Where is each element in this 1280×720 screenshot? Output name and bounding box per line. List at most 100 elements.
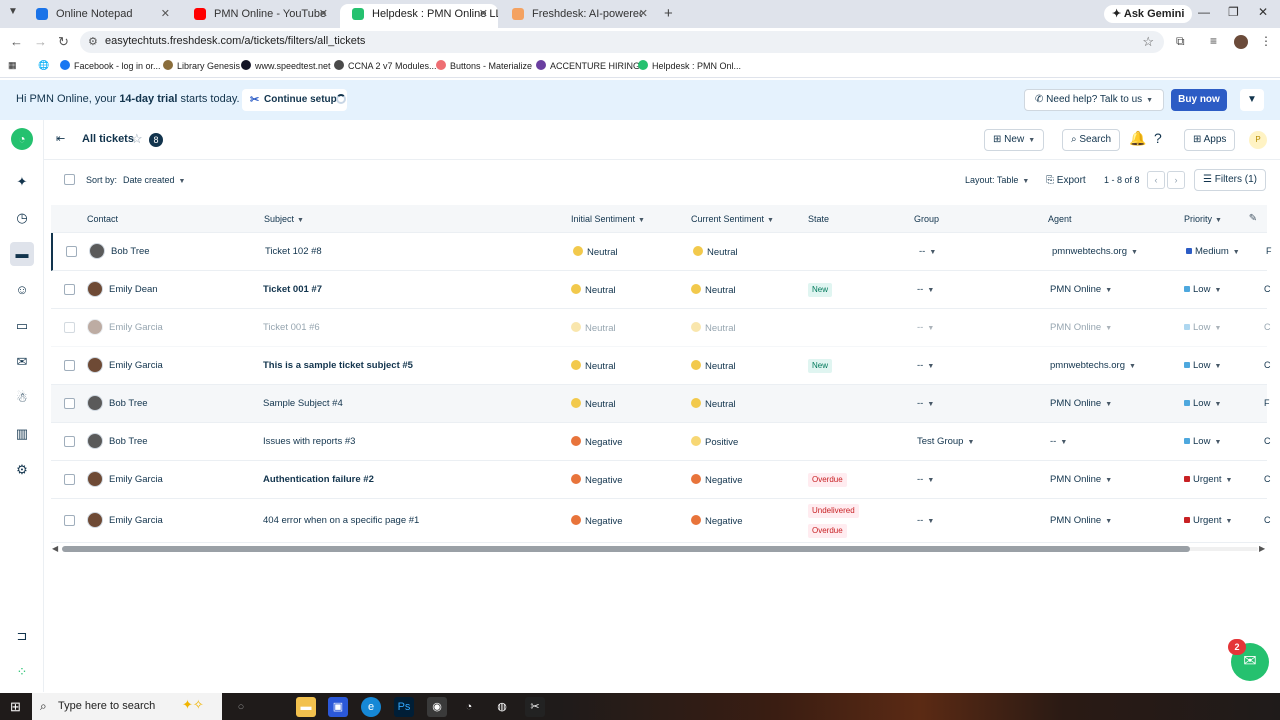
group-dropdown[interactable]: -- ▼ xyxy=(917,515,934,526)
agent-dropdown[interactable]: pmnwebtechs.org ▼ xyxy=(1052,246,1138,257)
table-row[interactable]: Emily Dean Ticket 001 #7 Neutral Neutral… xyxy=(51,271,1271,309)
contact-name[interactable]: Emily Garcia xyxy=(109,360,163,371)
sidebar-apps-grid-icon[interactable]: ⁘ xyxy=(12,662,32,682)
taskbar-search[interactable]: ⌕ Type here to search ✦✧ xyxy=(32,693,222,720)
sidebar-tickets-icon[interactable]: ▬ xyxy=(10,242,34,266)
sort-dropdown[interactable]: Date created ▼ xyxy=(123,175,185,185)
next-page-icon[interactable]: › xyxy=(1167,171,1185,189)
freshdesk-logo-icon[interactable]: ◔ xyxy=(11,128,33,150)
favorite-star-icon[interactable]: ☆ xyxy=(131,131,143,147)
priority-dropdown[interactable]: Medium ▼ xyxy=(1186,246,1240,257)
url-text[interactable]: easytechtuts.freshdesk.com/a/tickets/fil… xyxy=(105,35,365,47)
bookmark-helpdesk[interactable]: Helpdesk : PMN Onl... xyxy=(638,60,741,71)
row-checkbox[interactable] xyxy=(66,246,77,257)
bookmark-materialize[interactable]: Buttons - Materialize xyxy=(436,60,532,71)
ticket-subject[interactable]: Sample Subject #4 xyxy=(263,398,343,409)
priority-dropdown[interactable]: Low ▼ xyxy=(1184,398,1221,409)
table-row[interactable]: Emily Garcia 404 error when on a specifi… xyxy=(51,499,1271,543)
minimize-icon[interactable]: — xyxy=(1198,5,1210,19)
priority-dropdown[interactable]: Low ▼ xyxy=(1184,322,1221,333)
ask-gemini-button[interactable]: ✦ Ask Gemini xyxy=(1104,5,1193,23)
bookmark-library-genesis[interactable]: Library Genesis xyxy=(163,60,240,71)
group-dropdown[interactable]: -- ▼ xyxy=(917,360,934,371)
contact-name[interactable]: Emily Garcia xyxy=(109,322,163,333)
contact-name[interactable]: Emily Dean xyxy=(109,284,158,295)
priority-dropdown[interactable]: Urgent ▼ xyxy=(1184,515,1232,526)
bookmark-speedtest[interactable]: www.speedtest.net xyxy=(241,60,331,71)
continue-setup-button[interactable]: ✂ Continue setup xyxy=(242,89,347,111)
horizontal-scrollbar[interactable]: ◀ ▶ xyxy=(52,544,1268,554)
ticket-subject[interactable]: Issues with reports #3 xyxy=(263,436,355,447)
sidebar-solutions-icon[interactable]: ▭ xyxy=(12,316,32,336)
forward-icon[interactable]: → xyxy=(34,34,47,49)
need-help-button[interactable]: ✆ Need help? Talk to us ▼ xyxy=(1024,89,1165,111)
store-icon[interactable]: ▣ xyxy=(328,697,348,717)
group-dropdown[interactable]: -- ▼ xyxy=(917,284,934,295)
sidebar-contacts-icon[interactable]: ☺ xyxy=(12,280,32,300)
address-bar[interactable]: ⚙ easytechtuts.freshdesk.com/a/tickets/f… xyxy=(80,31,1164,53)
tab-search-icon[interactable]: ▼ xyxy=(8,6,18,17)
close-tab-icon[interactable]: ✕ xyxy=(479,4,488,24)
chrome-icon[interactable]: ◉ xyxy=(427,697,447,717)
agent-dropdown[interactable]: PMN Online ▼ xyxy=(1050,515,1112,526)
sidebar-reports-icon[interactable]: ▥ xyxy=(12,424,32,444)
media-player-icon[interactable]: ◍ xyxy=(492,697,512,717)
profile-avatar[interactable] xyxy=(1234,35,1248,49)
edge-icon[interactable]: e xyxy=(361,697,381,717)
bookmark-ccna[interactable]: CCNA 2 v7 Modules... xyxy=(334,60,437,71)
column-contact[interactable]: Contact xyxy=(87,214,118,224)
more-menu-icon[interactable]: ⋮ xyxy=(1260,34,1272,48)
task-view-icon[interactable]: ○ xyxy=(231,697,251,717)
agent-dropdown[interactable]: PMN Online ▼ xyxy=(1050,398,1112,409)
bookmark-star-icon[interactable]: ☆ xyxy=(1142,34,1154,50)
table-row[interactable]: Emily Garcia This is a sample ticket sub… xyxy=(51,347,1271,385)
scroll-left-icon[interactable]: ◀ xyxy=(52,544,58,553)
priority-dropdown[interactable]: Urgent ▼ xyxy=(1184,474,1232,485)
new-button[interactable]: ⊞ New ▼ xyxy=(984,129,1045,151)
close-tab-icon[interactable]: ✕ xyxy=(639,4,648,24)
ticket-subject[interactable]: This is a sample ticket subject #5 xyxy=(263,360,413,371)
user-avatar[interactable]: P xyxy=(1249,131,1267,149)
bookmark-accenture[interactable]: ACCENTURE HIRING!! xyxy=(536,60,645,71)
row-checkbox[interactable] xyxy=(64,398,75,409)
back-icon[interactable]: ← xyxy=(10,34,23,49)
select-all-checkbox[interactable] xyxy=(64,174,75,185)
group-dropdown[interactable]: -- ▼ xyxy=(917,322,934,333)
close-window-icon[interactable]: ✕ xyxy=(1258,5,1268,19)
ticket-subject[interactable]: Ticket 102 #8 xyxy=(265,246,322,257)
agent-dropdown[interactable]: PMN Online ▼ xyxy=(1050,322,1112,333)
row-checkbox[interactable] xyxy=(64,322,75,333)
contact-name[interactable]: Bob Tree xyxy=(111,246,150,257)
tab-freshdesk-platform[interactable]: Freshdesk: AI-powered platform ✕ xyxy=(500,4,658,28)
table-row[interactable]: Bob Tree Issues with reports #3 Negative… xyxy=(51,423,1271,461)
contact-name[interactable]: Emily Garcia xyxy=(109,474,163,485)
windows-start-icon[interactable]: ⊞ xyxy=(10,699,21,715)
buy-now-button[interactable]: Buy now xyxy=(1171,89,1227,111)
sidebar-collapse-icon[interactable]: ⊐ xyxy=(12,626,32,646)
contact-name[interactable]: Bob Tree xyxy=(109,436,148,447)
agent-dropdown[interactable]: PMN Online ▼ xyxy=(1050,284,1112,295)
tab-youtube[interactable]: PMN Online - YouTube ✕ xyxy=(182,4,338,28)
media-icon[interactable]: ≡ xyxy=(1210,34,1217,48)
extensions-icon[interactable]: ⧉ xyxy=(1176,34,1185,49)
row-checkbox[interactable] xyxy=(64,474,75,485)
column-subject[interactable]: Subject ▼ xyxy=(264,214,304,224)
scroll-right-icon[interactable]: ▶ xyxy=(1259,544,1265,553)
agent-dropdown[interactable]: -- ▼ xyxy=(1050,436,1067,447)
layout-dropdown[interactable]: Layout: Table ▼ xyxy=(965,175,1029,185)
priority-dropdown[interactable]: Low ▼ xyxy=(1184,284,1221,295)
ticket-subject[interactable]: 404 error when on a specific page #1 xyxy=(263,515,419,526)
views-toggle-icon[interactable]: ⇤ xyxy=(56,132,65,145)
row-checkbox[interactable] xyxy=(64,436,75,447)
group-dropdown[interactable]: -- ▼ xyxy=(919,246,936,257)
ticket-subject[interactable]: Ticket 001 #6 xyxy=(263,322,320,333)
table-row[interactable]: Emily Garcia Authentication failure #2 N… xyxy=(51,461,1271,499)
ticket-subject[interactable]: Ticket 001 #7 xyxy=(263,284,322,295)
tab-helpdesk[interactable]: Helpdesk : PMN Online LLC ✕ xyxy=(340,4,498,28)
apps-grid-icon[interactable]: ▦ xyxy=(8,60,17,71)
apps-button[interactable]: ⊞ Apps xyxy=(1184,129,1236,151)
agent-dropdown[interactable]: pmnwebtechs.org ▼ xyxy=(1050,360,1136,371)
screen-recorder-icon[interactable]: ◔ xyxy=(459,697,479,717)
column-current-sentiment[interactable]: Current Sentiment ▼ xyxy=(691,214,774,224)
notifications-bell-icon[interactable]: 🔔 xyxy=(1129,130,1146,147)
